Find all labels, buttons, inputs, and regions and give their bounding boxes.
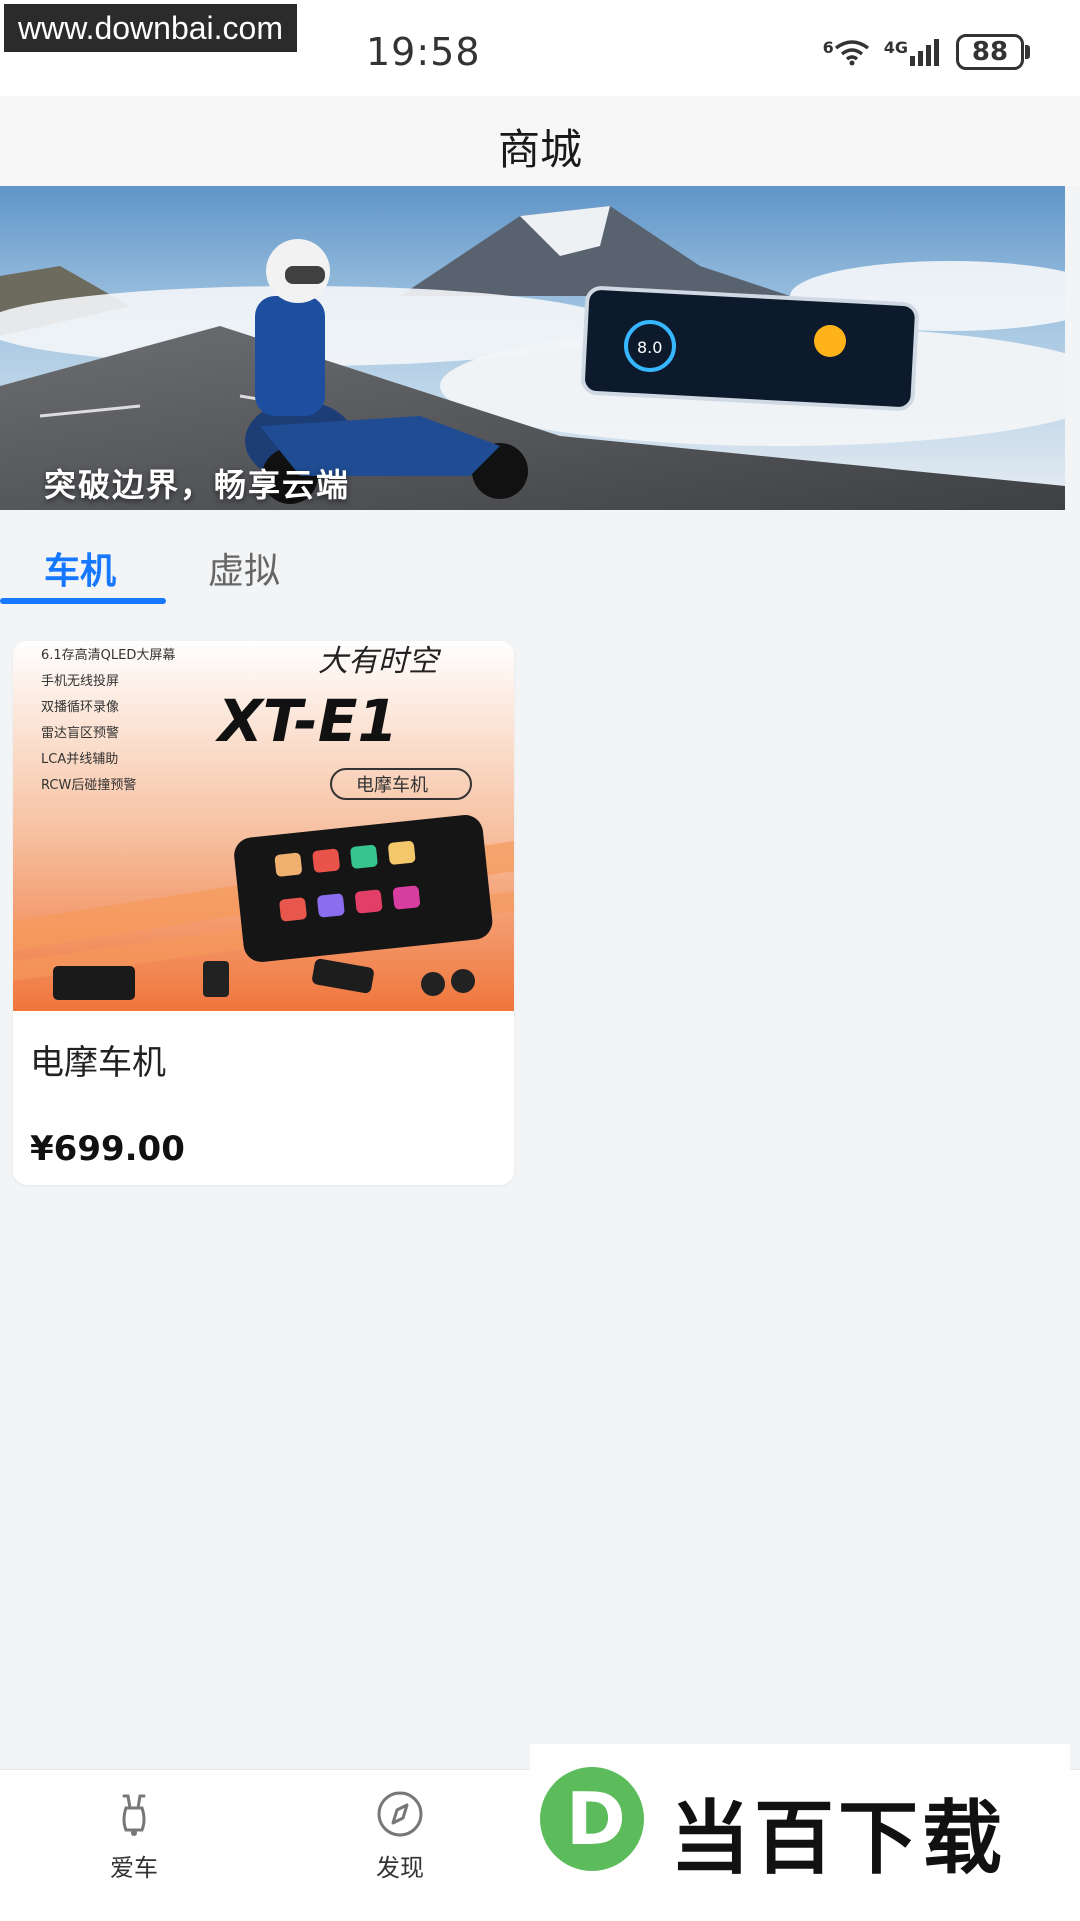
- product-feature-1: 6.1存高清QLED大屏幕: [41, 647, 175, 663]
- product-feature-4: 雷达盲区预警: [41, 725, 119, 741]
- nav-item-discover[interactable]: 发现: [330, 1790, 470, 1883]
- watermark-logo: D 当百下载: [530, 1744, 1070, 1894]
- nav-item-my-car[interactable]: 爱车: [64, 1790, 204, 1883]
- page-title: 商城: [497, 125, 582, 174]
- svg-text:8.0: 8.0: [637, 338, 662, 357]
- product-model: XT-E1: [215, 687, 398, 755]
- svg-text:D: D: [566, 1777, 626, 1861]
- status-icons: 6 4G 88: [823, 34, 1030, 70]
- product-price: ¥699.00: [30, 1129, 185, 1169]
- product-brand: 大有时空: [318, 644, 442, 679]
- site-watermark: www.downbai.com: [4, 4, 297, 52]
- banner-caption: 突破边界，畅享云端: [44, 466, 351, 504]
- product-card[interactable]: 6.1存高清QLED大屏幕 手机无线投屏 双播循环录像 雷达盲区预警 LCA并线…: [13, 641, 514, 1185]
- status-time: 19:58: [366, 30, 481, 74]
- product-title: 电摩车机: [30, 1043, 166, 1083]
- nav-label-my-car: 爱车: [110, 1854, 158, 1882]
- header-bar: 商城: [0, 96, 1080, 186]
- product-feature-5: LCA并线辅助: [41, 752, 118, 767]
- compass-icon: [377, 1791, 423, 1837]
- tab-virtual[interactable]: 虚拟: [208, 542, 280, 594]
- watermark-logo-text: 当百下载: [670, 1792, 1006, 1885]
- tab-car-unit[interactable]: 车机: [44, 542, 116, 594]
- product-feature-6: RCW后碰撞预警: [41, 777, 136, 793]
- category-tabs: 车机 虚拟: [0, 512, 1080, 608]
- status-bar: www.downbai.com 19:58 6 4G 88: [0, 0, 1080, 96]
- scooter-icon: [122, 1794, 146, 1836]
- battery-indicator: 88: [956, 34, 1030, 70]
- signal-icon: 4G: [884, 38, 942, 66]
- nav-label-discover: 发现: [376, 1854, 424, 1882]
- product-feature-3: 双播循环录像: [41, 700, 119, 715]
- downbai-logo-icon: D: [540, 1767, 644, 1871]
- product-image: 6.1存高清QLED大屏幕 手机无线投屏 双播循环录像 雷达盲区预警 LCA并线…: [13, 641, 514, 1011]
- wifi-icon: 6: [823, 38, 870, 66]
- active-tab-indicator: [0, 598, 166, 604]
- product-feature-2: 手机无线投屏: [41, 673, 119, 689]
- product-image-badge: 电摩车机: [356, 775, 428, 796]
- promo-banner[interactable]: 8.0 突破边界，畅享云端: [0, 186, 1065, 510]
